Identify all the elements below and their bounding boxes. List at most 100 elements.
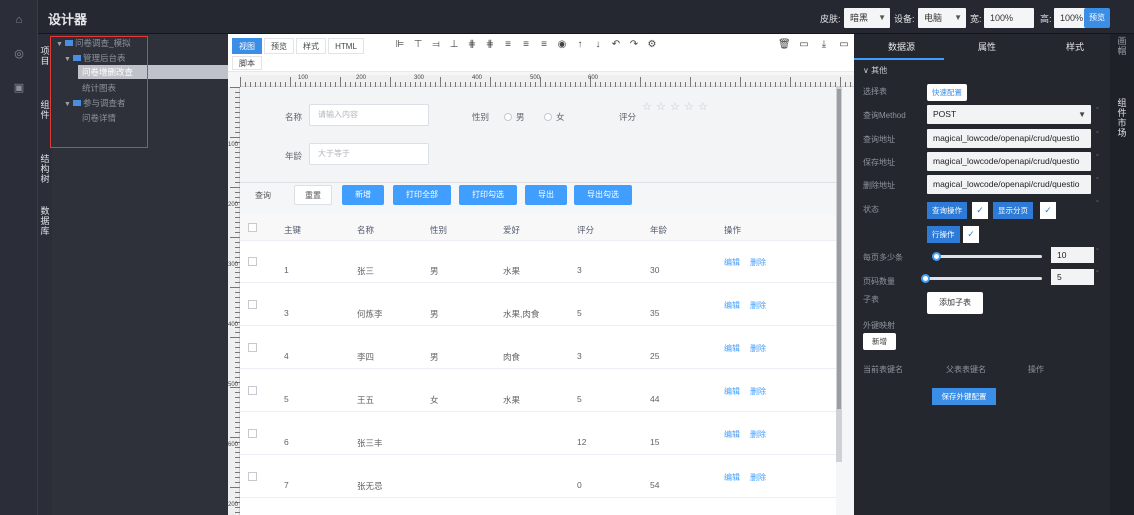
save-url-input[interactable]: magical_lowcode/openapi/crud/questio bbox=[927, 152, 1091, 171]
row-checkbox[interactable] bbox=[248, 429, 257, 438]
delete-link[interactable]: 删除 bbox=[750, 343, 766, 354]
gender-option-male[interactable]: 男 bbox=[504, 111, 525, 123]
row-checkbox[interactable] bbox=[248, 300, 257, 309]
target-icon[interactable]: ◉ bbox=[556, 39, 568, 51]
help-icon[interactable]: ° bbox=[1096, 248, 1099, 255]
monitor-icon[interactable]: ▭ bbox=[838, 39, 850, 51]
star-icon[interactable]: ☆ bbox=[642, 100, 652, 113]
save-fk-button[interactable]: 保存外键配置 bbox=[932, 388, 996, 405]
section-header[interactable]: ∨ 其他 bbox=[863, 65, 887, 76]
page-count-input[interactable]: 5 bbox=[1051, 269, 1094, 285]
arrow-up-icon[interactable]: ↑ bbox=[574, 39, 586, 51]
tab-properties[interactable]: 属性 bbox=[978, 40, 996, 53]
gender-option-female[interactable]: 女 bbox=[544, 111, 565, 123]
slider-handle[interactable] bbox=[921, 274, 930, 283]
text-right-icon[interactable]: ≡ bbox=[538, 39, 550, 51]
tab-structure[interactable]: 结构树 bbox=[39, 154, 51, 184]
delete-link[interactable]: 删除 bbox=[750, 300, 766, 311]
check-icon[interactable]: ✓ bbox=[1040, 202, 1056, 219]
row-checkbox[interactable] bbox=[248, 472, 257, 481]
globe-icon[interactable]: ◎ bbox=[0, 42, 38, 64]
page-size-input[interactable]: 10 bbox=[1051, 247, 1094, 263]
tab-view[interactable]: 视图 bbox=[232, 38, 262, 54]
print-all-button[interactable]: 打印全部 bbox=[393, 185, 451, 205]
method-select[interactable]: POST ▼ bbox=[927, 105, 1091, 124]
help-icon[interactable]: ° bbox=[1096, 200, 1099, 207]
align-right-icon[interactable]: ⫤ bbox=[430, 39, 442, 51]
name-input[interactable]: 请输入内容 bbox=[309, 104, 429, 126]
edit-link[interactable]: 编辑 bbox=[724, 386, 740, 397]
star-icon[interactable]: ☆ bbox=[698, 100, 708, 113]
save-icon[interactable]: ▭ bbox=[798, 39, 810, 51]
star-icon[interactable]: ☆ bbox=[670, 100, 680, 113]
edit-link[interactable]: 编辑 bbox=[724, 257, 740, 268]
edit-link[interactable]: 编辑 bbox=[724, 343, 740, 354]
tab-component-market[interactable]: 组件市场 bbox=[1116, 98, 1128, 138]
skin-select[interactable]: 暗黑 ▼ bbox=[844, 8, 890, 28]
page-count-slider[interactable] bbox=[924, 277, 1042, 280]
help-icon[interactable]: ° bbox=[1096, 154, 1099, 161]
print-selected-button[interactable]: 打印勾选 bbox=[459, 185, 517, 205]
tab-script[interactable]: 脚本 bbox=[232, 56, 262, 70]
row-op-toggle[interactable]: 行操作 bbox=[927, 226, 960, 243]
delete-icon[interactable]: 🗑 bbox=[778, 39, 791, 51]
row-checkbox[interactable] bbox=[248, 386, 257, 395]
export-button[interactable]: 导出 bbox=[525, 185, 567, 205]
query-url-input[interactable]: magical_lowcode/openapi/crud/questio bbox=[927, 129, 1091, 148]
query-op-toggle[interactable]: 查询操作 bbox=[927, 202, 967, 219]
device-select[interactable]: 电脑 ▼ bbox=[918, 8, 966, 28]
page-size-slider[interactable] bbox=[932, 255, 1042, 258]
arrow-down-icon[interactable]: ↓ bbox=[592, 39, 604, 51]
show-paging-toggle[interactable]: 显示分页 bbox=[993, 202, 1033, 219]
side-top-label[interactable]: 画帽 bbox=[1116, 36, 1128, 56]
tab-datasource[interactable]: 数据源 bbox=[888, 40, 915, 53]
help-icon[interactable]: ° bbox=[1096, 131, 1099, 138]
scrollbar-thumb[interactable] bbox=[837, 89, 841, 409]
slider-handle[interactable] bbox=[932, 252, 941, 261]
download-icon[interactable]: ⤓ bbox=[818, 39, 830, 51]
delete-url-input[interactable]: magical_lowcode/openapi/crud/questio bbox=[927, 175, 1091, 194]
add-button[interactable]: 新增 bbox=[342, 185, 384, 205]
help-icon[interactable]: ° bbox=[1096, 107, 1099, 114]
briefcase-icon[interactable]: ▣ bbox=[0, 76, 38, 98]
align-top-icon[interactable]: ⊤ bbox=[412, 39, 424, 51]
edit-link[interactable]: 编辑 bbox=[724, 300, 740, 311]
align-left-icon[interactable]: ⊫ bbox=[394, 39, 406, 51]
age-input[interactable]: 大于等于 bbox=[309, 143, 429, 165]
query-button[interactable]: 查询 bbox=[244, 185, 282, 205]
delete-link[interactable]: 删除 bbox=[750, 386, 766, 397]
redo-icon[interactable]: ↷ bbox=[628, 39, 640, 51]
check-icon[interactable]: ✓ bbox=[963, 226, 979, 243]
add-subtable-button[interactable]: 添加子表 bbox=[927, 292, 983, 314]
text-left-icon[interactable]: ≡ bbox=[502, 39, 514, 51]
help-icon[interactable]: ° bbox=[1096, 177, 1099, 184]
fk-add-button[interactable]: 新增 bbox=[863, 333, 896, 350]
export-selected-button[interactable]: 导出勾选 bbox=[574, 185, 632, 205]
width-input[interactable]: 100% bbox=[984, 8, 1034, 28]
distribute-h-icon[interactable]: ⋕ bbox=[484, 39, 496, 51]
row-checkbox[interactable] bbox=[248, 257, 257, 266]
tab-html[interactable]: HTML bbox=[328, 38, 364, 54]
align-bottom-icon[interactable]: ⊥ bbox=[448, 39, 460, 51]
help-icon[interactable]: ° bbox=[1096, 270, 1099, 277]
edit-link[interactable]: 编辑 bbox=[724, 472, 740, 483]
delete-link[interactable]: 删除 bbox=[750, 429, 766, 440]
select-all-checkbox[interactable] bbox=[248, 223, 257, 232]
distribute-v-icon[interactable]: ⋕ bbox=[466, 39, 478, 51]
star-icon[interactable]: ☆ bbox=[684, 100, 694, 113]
row-checkbox[interactable] bbox=[248, 343, 257, 352]
tab-database[interactable]: 数据库 bbox=[39, 206, 51, 236]
tab-preview[interactable]: 预览 bbox=[264, 38, 294, 54]
text-center-icon[interactable]: ≡ bbox=[520, 39, 532, 51]
delete-link[interactable]: 删除 bbox=[750, 472, 766, 483]
undo-icon[interactable]: ↶ bbox=[610, 39, 622, 51]
reset-button[interactable]: 重置 bbox=[294, 185, 332, 205]
settings-icon[interactable]: ⚙ bbox=[646, 39, 658, 51]
check-icon[interactable]: ✓ bbox=[972, 202, 988, 219]
delete-link[interactable]: 删除 bbox=[750, 257, 766, 268]
preview-button[interactable]: 预览 bbox=[1084, 8, 1110, 28]
edit-link[interactable]: 编辑 bbox=[724, 429, 740, 440]
quick-config-button[interactable]: 快速配置 bbox=[927, 84, 967, 101]
tab-styles[interactable]: 样式 bbox=[1066, 40, 1084, 53]
tab-style[interactable]: 样式 bbox=[296, 38, 326, 54]
